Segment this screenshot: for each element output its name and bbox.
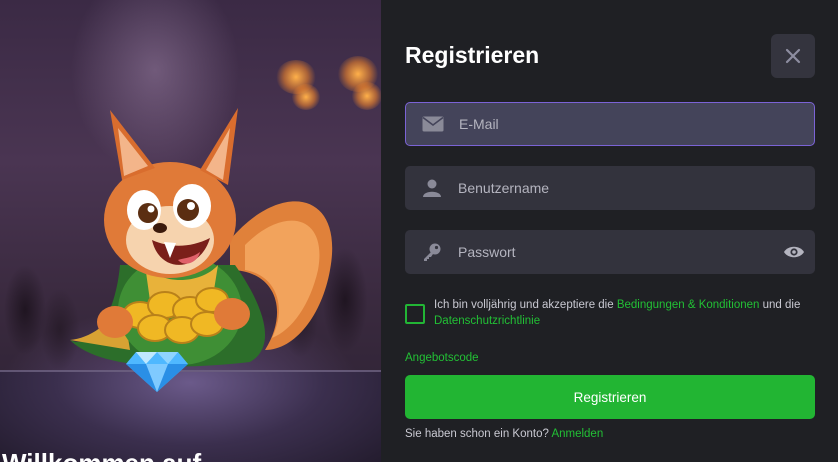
hero-illustration: Willkommen auf ... [0, 0, 381, 462]
username-input[interactable] [458, 166, 815, 210]
promo-code-link[interactable]: Angebotscode [405, 352, 479, 364]
consent-text: Ich bin volljährig und akzeptiere die Be… [434, 297, 815, 329]
modal-title: Registrieren [405, 42, 540, 68]
envelope-icon [406, 102, 459, 146]
password-field[interactable] [405, 230, 815, 274]
email-field[interactable] [405, 102, 815, 146]
terms-consent: Ich bin volljährig und akzeptiere die Be… [405, 297, 815, 329]
close-icon [785, 48, 801, 64]
login-prompt: Sie haben schon ein Konto? Anmelden [405, 428, 603, 440]
show-password-toggle[interactable] [773, 230, 815, 274]
email-input[interactable] [459, 103, 814, 145]
consent-text-middle: und die [759, 299, 801, 311]
login-link[interactable]: Anmelden [551, 428, 603, 440]
registration-modal: Registrieren E-Mail Benutzername Ich bin… [381, 0, 838, 462]
user-icon [405, 166, 458, 210]
consent-text-start: Ich bin volljährig und akzeptiere die [434, 299, 617, 311]
close-button[interactable] [771, 34, 815, 78]
register-button[interactable]: Registrieren [405, 375, 815, 419]
squirrel-mascot [70, 108, 333, 367]
username-field[interactable] [405, 166, 815, 210]
diamond-icon [126, 352, 188, 392]
password-input[interactable] [458, 230, 773, 274]
login-prompt-text: Sie haben schon ein Konto? [405, 428, 549, 440]
terms-link[interactable]: Bedingungen & Konditionen [617, 299, 760, 311]
lamp-light [352, 82, 381, 110]
key-icon [405, 230, 458, 274]
consent-checkbox[interactable] [405, 304, 425, 324]
privacy-link[interactable]: Datenschutzrichtlinie [434, 315, 540, 327]
eye-icon [784, 246, 804, 258]
hero-welcome-text: Willkommen auf ... [2, 448, 230, 462]
